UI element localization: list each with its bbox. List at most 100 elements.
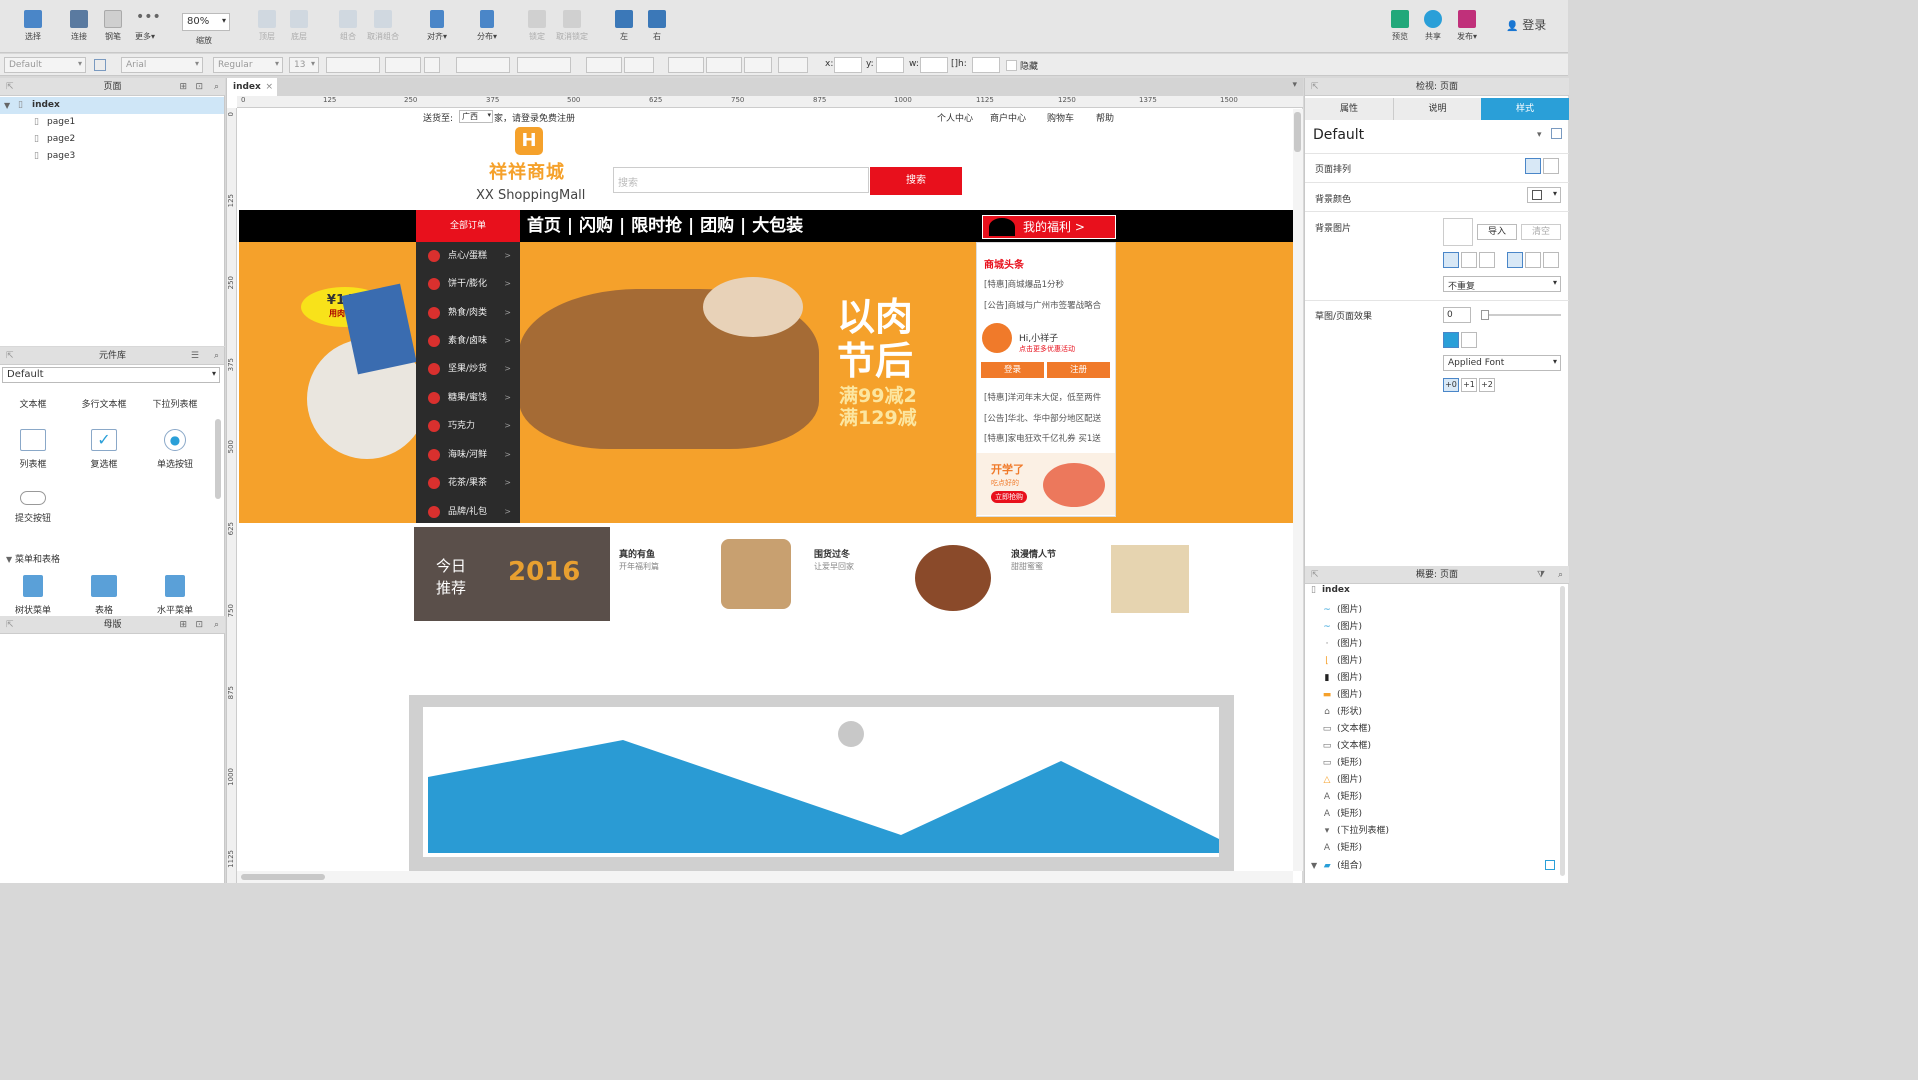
outline-item[interactable]: A (矩形) — [1321, 789, 1551, 806]
collapse-icon[interactable]: ⇱ — [1311, 566, 1319, 584]
aspect-lock-icon[interactable]: [] — [951, 59, 958, 69]
outline-item[interactable]: A (矩形) — [1321, 806, 1551, 823]
category-item[interactable]: 海味/河鲜 — [416, 441, 520, 469]
link-cart[interactable]: 购物车 — [1047, 111, 1074, 124]
add-page-icon[interactable]: ⊞ — [179, 78, 187, 96]
outline-item[interactable]: ⌂ (形状) — [1321, 704, 1551, 721]
widget-textarea[interactable]: 多行文本框 — [72, 397, 136, 410]
collapse-icon[interactable]: ⇱ — [6, 616, 14, 634]
link-personal-center[interactable]: 个人中心 — [937, 111, 973, 124]
outline-root[interactable]: ▯ index — [1311, 585, 1350, 595]
slider-thumb[interactable] — [1481, 310, 1489, 320]
link-merchant-center[interactable]: 商户中心 — [990, 111, 1026, 124]
text-style-buttons[interactable] — [326, 57, 380, 73]
product-title[interactable]: 围货过冬 — [814, 547, 850, 560]
style-edit-icon[interactable] — [1551, 128, 1562, 139]
nav-bulk[interactable]: 大包装 — [752, 216, 803, 236]
link-help[interactable]: 帮助 — [1096, 111, 1114, 124]
nav-home[interactable]: 首页 — [527, 216, 561, 236]
widget-dropdown[interactable]: 下拉列表框 — [143, 397, 207, 410]
import-button[interactable]: 导入 — [1477, 224, 1517, 240]
line-color-button[interactable] — [668, 57, 704, 73]
zoom-select[interactable]: 80% ▾ — [182, 13, 230, 31]
nav-flash[interactable]: 闪购 — [579, 216, 613, 236]
fill-color-button[interactable] — [586, 57, 622, 73]
news-item[interactable]: [特惠]家电狂欢千亿礼券 买1送 — [984, 432, 1101, 444]
chocolate-box-image[interactable] — [1111, 545, 1189, 613]
outline-item[interactable]: ▭ (矩形) — [1321, 755, 1551, 772]
grayscale-mode-icon[interactable] — [1461, 332, 1477, 348]
category-item[interactable]: 巧克力 — [416, 412, 520, 440]
bg-align-left-icon[interactable] — [1443, 252, 1459, 268]
ungroup-button[interactable]: 取消组合 — [366, 10, 400, 42]
widget-checkbox[interactable]: ✓ 复选框 — [72, 429, 136, 470]
expand-arrow-icon[interactable]: ▼ — [1311, 861, 1317, 870]
font-step-1[interactable]: +1 — [1461, 378, 1477, 392]
section-menus-tables[interactable]: ▼ 菜单和表格 — [6, 552, 60, 565]
size-select[interactable]: 13 — [289, 57, 319, 73]
search-icon[interactable]: ⌕ — [214, 616, 219, 634]
category-item[interactable]: 熟食/肉类 — [416, 299, 520, 327]
outline-item[interactable]: △ (图片) — [1321, 772, 1551, 789]
outline-item[interactable]: ⌊ (图片) — [1321, 653, 1551, 670]
outline-item[interactable]: · (图片) — [1321, 636, 1551, 653]
category-item[interactable]: 素食/卤味 — [416, 327, 520, 355]
product-title[interactable]: 真的有鱼 — [619, 547, 655, 560]
widget-textbox[interactable]: 文本框 — [1, 397, 65, 410]
search-button[interactable]: 搜索 — [870, 167, 962, 195]
font-step-2[interactable]: +2 — [1479, 378, 1495, 392]
outline-item[interactable]: ▾ (下拉列表框) — [1321, 823, 1551, 840]
category-item[interactable]: 坚果/炒货 — [416, 355, 520, 383]
bg-align-center-icon[interactable] — [1461, 252, 1477, 268]
library-select[interactable]: Default ▾ — [2, 367, 220, 383]
add-folder-icon[interactable]: ⊡ — [195, 616, 203, 634]
widget-radio[interactable]: ● 单选按钮 — [143, 429, 207, 470]
font-family-select[interactable]: Applied Font ▾ — [1443, 355, 1561, 371]
close-icon[interactable]: × — [265, 78, 273, 96]
bg-color-picker[interactable]: ▾ — [1527, 187, 1561, 203]
outline-item[interactable]: ▬ (图片) — [1321, 687, 1551, 704]
product-title[interactable]: 浪漫情人节 — [1011, 547, 1056, 560]
outline-item[interactable]: ▮ (图片) — [1321, 670, 1551, 687]
style-select[interactable]: Default — [4, 57, 86, 73]
tab-index[interactable]: index × — [227, 78, 277, 96]
news-item[interactable]: [特惠]商城爆品1分秒 — [984, 278, 1064, 290]
widget-listbox[interactable]: 列表框 — [1, 429, 65, 470]
category-item[interactable]: 品牌/礼包 — [416, 498, 520, 526]
connect-tool[interactable]: 连接 — [62, 10, 96, 42]
share-button[interactable]: 共享 — [1416, 10, 1450, 42]
tab-notes[interactable]: 说明 — [1393, 98, 1481, 120]
today-recommend-tile[interactable]: 今日 推荐 2016 — [414, 527, 610, 621]
all-orders-tab[interactable]: 全部订单 — [416, 210, 520, 242]
style-edit-icon[interactable] — [94, 59, 106, 71]
outline-item-group[interactable]: ▼ ▰ (组合) — [1311, 857, 1541, 874]
bg-align-buttons[interactable] — [1443, 252, 1561, 268]
my-welfare-button[interactable]: 我的福利 > — [982, 215, 1116, 239]
line-width-button[interactable] — [706, 57, 742, 73]
bg-valign-middle-icon[interactable] — [1525, 252, 1541, 268]
align-menu[interactable]: 对齐▾ — [420, 10, 454, 42]
news-login-button[interactable]: 登录 — [981, 362, 1044, 378]
search-icon[interactable]: ⌕ — [214, 78, 219, 96]
news-item[interactable]: [公告]商城与广州市签署战略合 — [984, 299, 1101, 311]
color-mode-icon[interactable] — [1443, 332, 1459, 348]
widget-tree[interactable]: 树状菜单 — [1, 575, 65, 616]
menu-icon[interactable]: ☰ — [191, 347, 199, 365]
filter-icon[interactable]: ⧩ — [1537, 566, 1545, 584]
publish-button[interactable]: 发布▾ — [1450, 10, 1484, 42]
bg-align-right-icon[interactable] — [1479, 252, 1495, 268]
widget-hmenu[interactable]: 水平菜单 — [143, 575, 207, 616]
snack-image[interactable] — [721, 539, 791, 609]
group-button[interactable]: 组合 — [331, 10, 365, 42]
tab-style[interactable]: 样式 — [1481, 98, 1569, 120]
widget-submit[interactable]: 提交按钮 — [1, 491, 65, 524]
category-item[interactable]: 饼干/膨化 — [416, 270, 520, 298]
unlock-button[interactable]: 取消锁定 — [555, 10, 589, 42]
arrow-style-button[interactable] — [778, 57, 808, 73]
tab-properties[interactable]: 属性 — [1305, 98, 1393, 120]
library-scrollbar[interactable] — [215, 419, 221, 499]
page-item-page2[interactable]: ▯ page2 — [0, 131, 224, 148]
outline-scrollbar[interactable] — [1560, 586, 1565, 876]
greeting-sub[interactable]: 点击更多优惠活动 — [1019, 344, 1075, 354]
outline-item[interactable]: ~ (图片) — [1321, 602, 1551, 619]
